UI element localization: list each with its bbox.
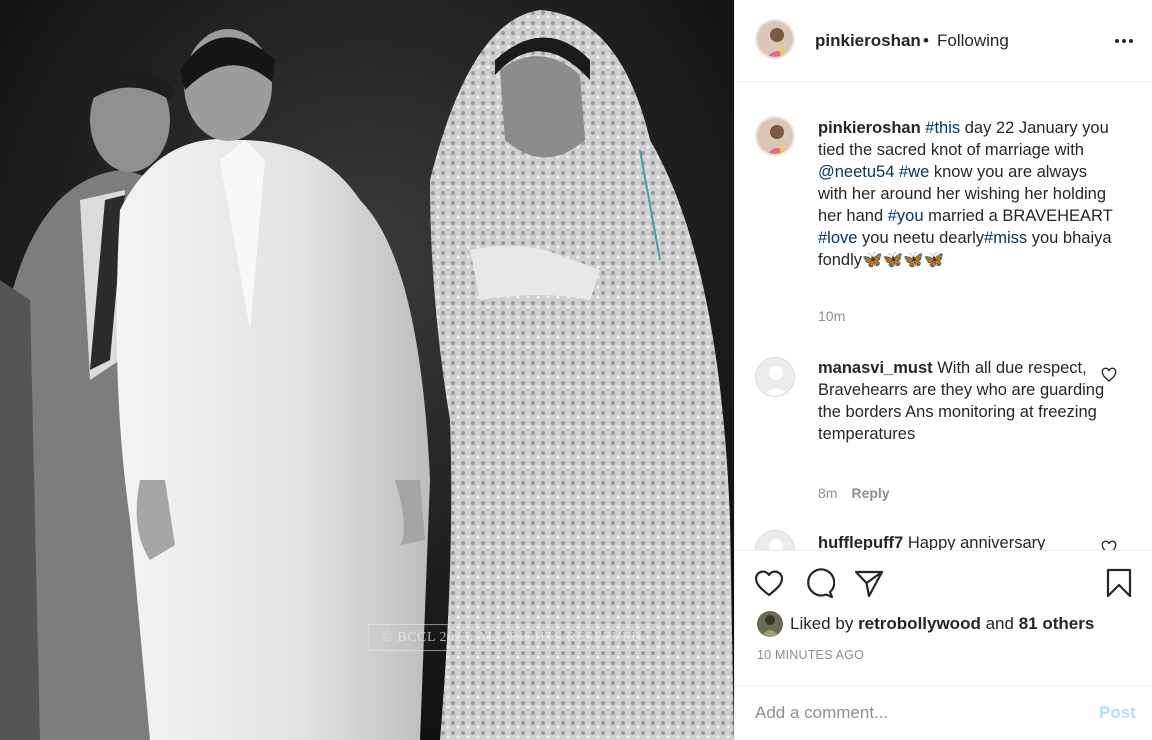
comment-meta: 8m Reply bbox=[818, 485, 890, 501]
likes-text: Liked by retrobollywood and 81 others bbox=[790, 614, 1094, 634]
caption-body: #this day 22 January you tied the sacred… bbox=[818, 119, 1112, 269]
caption-text-segment: you neetu dearly bbox=[857, 229, 985, 247]
likes-joiner: and bbox=[985, 614, 1014, 633]
commenter-avatar[interactable] bbox=[755, 530, 795, 550]
author-avatar[interactable] bbox=[755, 19, 795, 59]
caption-text: pinkieroshan #this day 22 January you ti… bbox=[818, 117, 1116, 271]
author-username[interactable]: pinkieroshan bbox=[815, 31, 921, 51]
caption-author-avatar[interactable] bbox=[755, 116, 795, 156]
caption-hashtag-link[interactable]: #love bbox=[818, 229, 857, 247]
likes-prefix: Liked by bbox=[790, 614, 854, 633]
post-header: pinkieroshan • Following bbox=[735, 0, 1152, 82]
likes-others-link[interactable]: 81 others bbox=[1019, 614, 1095, 633]
comment-username[interactable]: hufflepuff7 bbox=[818, 534, 903, 550]
commenter-avatar[interactable] bbox=[755, 357, 795, 397]
comment-time: 8m bbox=[818, 485, 838, 501]
post-photo[interactable]: © BCCL 2013. ALL RIGHTS RESERVED. bbox=[0, 0, 734, 740]
caption-hashtag-link[interactable]: #this bbox=[925, 119, 960, 137]
bookmark-icon[interactable] bbox=[1103, 567, 1135, 599]
caption-timestamp: 10m bbox=[818, 308, 845, 324]
more-icon[interactable] bbox=[1113, 32, 1135, 50]
add-comment-bar: Post bbox=[735, 685, 1152, 740]
caption-hashtag-link[interactable]: #you bbox=[888, 207, 924, 225]
reply-button[interactable]: Reply bbox=[851, 485, 889, 501]
liker-avatar[interactable] bbox=[757, 611, 783, 637]
default-avatar-icon bbox=[763, 366, 789, 396]
comment-input[interactable] bbox=[755, 699, 1075, 727]
default-avatar-icon bbox=[769, 539, 783, 550]
caption-hashtag-link[interactable]: #we bbox=[899, 163, 929, 181]
caption-hashtag-link[interactable]: #miss bbox=[984, 229, 1027, 247]
caption-text-segment: married a BRAVEHEART bbox=[923, 207, 1113, 225]
comment-text: hufflepuff7 Happy anniversary bbox=[818, 532, 1116, 550]
caption-avatar-image bbox=[757, 118, 793, 154]
heart-icon[interactable] bbox=[753, 567, 785, 599]
liker-username[interactable]: retrobollywood bbox=[858, 614, 981, 633]
comment-like-heart-icon[interactable] bbox=[1101, 540, 1117, 550]
post-actions: Liked by retrobollywood and 81 others 10… bbox=[735, 550, 1152, 670]
comment-body: Happy anniversary bbox=[907, 534, 1046, 550]
separator-dot: • bbox=[923, 31, 929, 50]
comment-like-heart-icon[interactable] bbox=[1101, 367, 1117, 383]
caption-username[interactable]: pinkieroshan bbox=[818, 119, 921, 137]
comment-username[interactable]: manasvi_must bbox=[818, 359, 933, 377]
caption-time: 10m bbox=[818, 308, 846, 324]
following-button[interactable]: Following bbox=[937, 31, 1009, 51]
comment-icon[interactable] bbox=[803, 567, 835, 599]
liker-avatar-image bbox=[757, 611, 783, 637]
post-comment-button[interactable]: Post bbox=[1099, 703, 1136, 723]
photo-watermark: © BCCL 2013. ALL RIGHTS RESERVED. bbox=[368, 624, 660, 651]
caption-hashtag-link[interactable]: @neetu54 bbox=[818, 163, 894, 181]
post-time-ago[interactable]: 10 MINUTES AGO bbox=[757, 648, 864, 662]
comment-text: manasvi_must With all due respect, Brave… bbox=[818, 357, 1116, 445]
share-icon[interactable] bbox=[853, 567, 885, 599]
author-avatar-image bbox=[757, 21, 793, 57]
post-side-panel: pinkieroshan • Following pinkieroshan #t bbox=[734, 0, 1152, 740]
comments-list[interactable]: pinkieroshan #this day 22 January you ti… bbox=[735, 83, 1152, 550]
